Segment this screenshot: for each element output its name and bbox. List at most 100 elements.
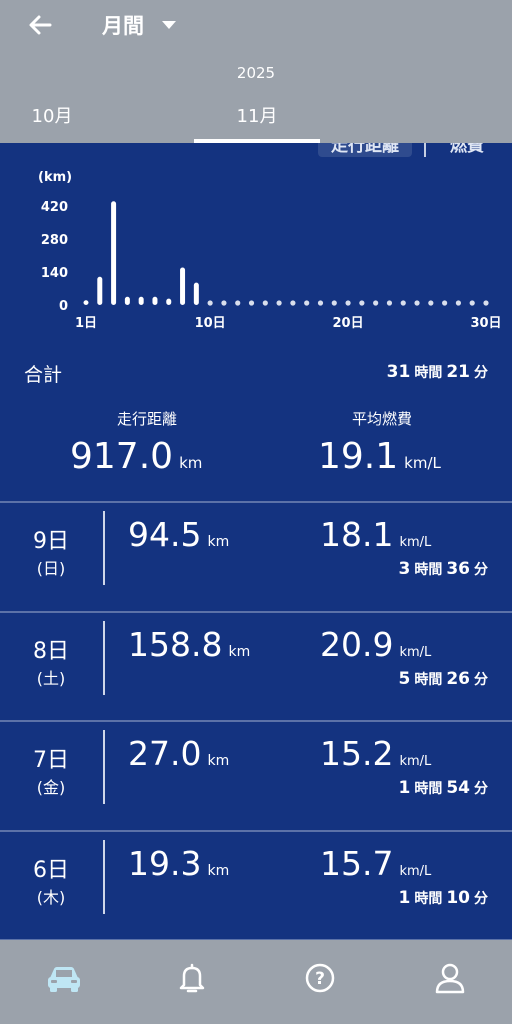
daily-row[interactable]: 7日 (金) 27.0 km 15.2 km/L 1 時間 54 分 xyxy=(0,722,512,830)
user-icon xyxy=(435,963,465,994)
row-hour-unit: 時間 xyxy=(414,672,443,688)
arrow-left-icon xyxy=(29,15,52,35)
summary-minutes: 21 xyxy=(446,362,470,382)
chart-bar xyxy=(97,276,103,305)
distance-chart: (km) 420 280 140 0 1日 10日 20日 30日 xyxy=(38,170,502,331)
row-minute-unit: 分 xyxy=(474,891,488,907)
chevron-down-icon xyxy=(162,21,176,29)
fuel-unit: km/L xyxy=(404,454,441,472)
chart-empty-marker xyxy=(345,300,351,306)
summary-label: 合計 xyxy=(24,364,63,386)
chart-empty-marker xyxy=(276,300,282,306)
x-tick-label: 10日 xyxy=(195,316,226,331)
chart-empty-marker xyxy=(400,300,406,306)
row-distance-unit: km xyxy=(228,644,251,660)
chart-bar xyxy=(180,267,186,305)
nav-account-button[interactable] xyxy=(430,958,470,998)
daily-row[interactable]: 9日 (日) 94.5 km 18.1 km/L 3 時間 36 分 xyxy=(0,503,512,611)
chart-empty-marker xyxy=(359,300,365,306)
row-time: 5 時間 26 分 xyxy=(398,669,492,689)
row-weekday: (木) xyxy=(36,888,66,907)
chart-bar xyxy=(138,296,144,305)
chart-empty-marker xyxy=(455,300,462,306)
minute-unit: 分 xyxy=(474,365,488,381)
chart-empty-marker xyxy=(304,300,310,306)
chart-bar xyxy=(83,300,89,305)
nav-car-button[interactable] xyxy=(44,958,84,998)
nav-help-button[interactable]: ? xyxy=(300,958,340,998)
row-date: 7日 xyxy=(33,748,69,773)
daily-row[interactable]: 6日 (木) 19.3 km 15.7 km/L 1 時間 10 分 xyxy=(0,832,512,940)
row-fuel: 18.1 km/L xyxy=(320,515,431,554)
period-label: 月間 xyxy=(102,14,144,38)
row-distance-value: 158.8 xyxy=(128,625,223,664)
chart-empty-marker xyxy=(414,300,420,306)
chart-bar xyxy=(193,282,199,305)
row-minutes: 36 xyxy=(446,559,470,579)
year-label: 2025 xyxy=(236,64,276,82)
nav-notifications-button[interactable] xyxy=(172,958,212,998)
row-time: 1 時間 10 分 xyxy=(398,888,492,908)
top-bar: 月間 xyxy=(0,0,512,50)
row-distance: 19.3 km xyxy=(128,844,229,883)
period-dropdown[interactable]: 月間 xyxy=(102,10,176,40)
y-axis-unit: (km) xyxy=(38,170,72,185)
chart-empty-marker xyxy=(235,300,241,306)
row-separator xyxy=(103,621,105,695)
y-tick-label: 280 xyxy=(41,233,68,248)
help-icon: ? xyxy=(305,963,335,993)
row-distance-value: 94.5 xyxy=(128,515,202,554)
tab-october[interactable]: 10月 xyxy=(30,102,74,128)
summary-section: 合計 31 時間 21 分 走行距離 平均燃費 917.0 km 19.1 km/L xyxy=(0,348,512,501)
row-hours: 3 xyxy=(398,559,411,579)
total-distance: 917.0 km xyxy=(70,436,202,477)
row-time: 3 時間 36 分 xyxy=(398,559,492,579)
row-fuel-value: 15.7 xyxy=(320,844,394,883)
bottom-nav: ? xyxy=(0,940,512,1024)
toggle-fuel[interactable]: 燃費 xyxy=(444,143,490,157)
chart-empty-marker xyxy=(469,300,475,306)
x-tick-label: 1日 xyxy=(75,316,97,331)
back-button[interactable] xyxy=(22,8,58,42)
tab-november[interactable]: 11月 xyxy=(234,102,280,128)
row-minutes: 26 xyxy=(446,669,470,689)
row-separator xyxy=(103,840,105,914)
chart-bar xyxy=(166,298,172,305)
toggle-divider xyxy=(424,143,426,157)
row-fuel-unit: km/L xyxy=(399,645,432,660)
row-distance-unit: km xyxy=(207,534,230,550)
y-tick-label: 420 xyxy=(41,200,68,215)
row-hours: 5 xyxy=(398,669,411,689)
row-minute-unit: 分 xyxy=(474,781,488,797)
row-fuel: 15.7 km/L xyxy=(320,844,431,883)
row-fuel: 15.2 km/L xyxy=(320,734,431,773)
toggle-distance[interactable]: 走行距離 xyxy=(318,143,412,157)
row-distance: 158.8 km xyxy=(128,625,250,664)
row-fuel-value: 15.2 xyxy=(320,734,394,773)
row-weekday: (土) xyxy=(36,669,66,688)
chart-empty-marker xyxy=(428,300,434,306)
row-time: 1 時間 54 分 xyxy=(398,778,492,798)
summary-hours: 31 xyxy=(386,362,411,382)
x-tick-label: 20日 xyxy=(333,316,364,331)
row-minutes: 54 xyxy=(446,778,470,798)
chart-empty-marker xyxy=(317,300,324,306)
chart-empty-marker xyxy=(442,300,448,306)
row-hour-unit: 時間 xyxy=(414,562,443,578)
row-separator xyxy=(103,511,105,585)
x-tick-label: 30日 xyxy=(470,316,501,331)
row-minute-unit: 分 xyxy=(474,562,488,578)
chart-bar xyxy=(124,296,130,305)
daily-row[interactable]: 8日 (土) 158.8 km 20.9 km/L 5 時間 26 分 xyxy=(0,613,512,721)
row-distance-unit: km xyxy=(207,753,230,769)
row-weekday: (日) xyxy=(36,559,66,578)
row-distance: 94.5 km xyxy=(128,515,229,554)
chart-empty-marker xyxy=(483,300,489,306)
distance-title: 走行距離 xyxy=(116,410,177,428)
row-fuel: 20.9 km/L xyxy=(320,625,431,664)
row-weekday: (金) xyxy=(36,778,66,797)
chart-empty-marker xyxy=(386,300,393,306)
y-tick-label: 140 xyxy=(41,266,68,281)
bell-icon xyxy=(179,963,205,993)
chart-empty-marker xyxy=(262,300,268,306)
